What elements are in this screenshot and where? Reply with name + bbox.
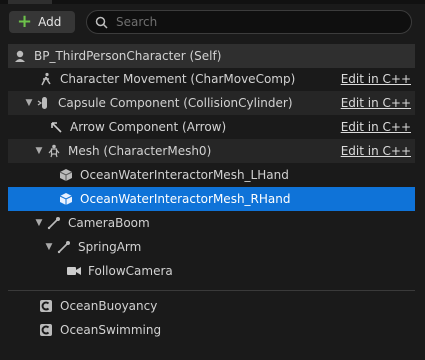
search-icon <box>95 16 108 29</box>
tree-label-spring-arm: SpringArm <box>78 240 142 254</box>
tree-row-spring-arm[interactable]: ▼ SpringArm <box>8 235 415 259</box>
components-toolbar: + Add <box>0 4 425 38</box>
spring-arm-icon <box>56 239 72 255</box>
tree-row-arrow-component[interactable]: Arrow Component (Arrow) Edit in C++ <box>8 115 415 139</box>
plus-icon: + <box>17 11 33 32</box>
search-input[interactable] <box>114 14 388 30</box>
actor-component-icon <box>38 322 54 338</box>
tree-label-root: BP_ThirdPersonCharacter (Self) <box>34 49 222 63</box>
tree-label-rhand: OceanWaterInteractorMesh_RHand <box>80 192 291 206</box>
tree-label-capsule-component: Capsule Component (CollisionCylinder) <box>58 96 293 110</box>
edit-in-cpp-link[interactable]: Edit in C++ <box>341 144 411 158</box>
separator <box>8 290 415 291</box>
tree-label-mesh: Mesh (CharacterMesh0) <box>68 144 212 158</box>
tree-label-camera-boom: CameraBoom <box>68 216 150 230</box>
expand-arrow-icon[interactable]: ▼ <box>34 218 44 228</box>
expand-arrow-icon[interactable]: ▼ <box>24 98 34 108</box>
arrow-component-icon <box>48 119 64 135</box>
capsule-icon <box>36 95 52 111</box>
tree-row-mesh[interactable]: ▼ Mesh (CharacterMesh0) Edit in C++ <box>8 139 415 163</box>
edit-in-cpp-link[interactable]: Edit in C++ <box>341 96 411 110</box>
tree-label-arrow-component: Arrow Component (Arrow) <box>70 120 227 134</box>
character-movement-icon <box>38 71 54 87</box>
edit-in-cpp-link[interactable]: Edit in C++ <box>341 120 411 134</box>
tree-label-follow-camera: FollowCamera <box>88 264 173 278</box>
component-row-ocean-buoyancy[interactable]: OceanBuoyancy <box>8 294 415 318</box>
skeletal-mesh-icon <box>46 143 62 159</box>
edit-in-cpp-link[interactable]: Edit in C++ <box>341 72 411 86</box>
add-component-button[interactable]: + Add <box>9 11 75 33</box>
search-box[interactable] <box>86 10 412 34</box>
spring-arm-icon <box>46 215 62 231</box>
static-mesh-icon <box>58 167 74 183</box>
expand-arrow-icon[interactable]: ▼ <box>34 146 44 156</box>
tree-label-character-movement: Character Movement (CharMoveComp) <box>60 72 296 86</box>
tree-row-character-movement[interactable]: Character Movement (CharMoveComp) Edit i… <box>8 67 415 91</box>
tree-row-root[interactable]: BP_ThirdPersonCharacter (Self) <box>8 44 415 68</box>
tree-row-camera-boom[interactable]: ▼ CameraBoom <box>8 211 415 235</box>
static-mesh-icon <box>58 191 74 207</box>
tree-row-follow-camera[interactable]: FollowCamera <box>8 259 415 283</box>
tree-row-lhand[interactable]: OceanWaterInteractorMesh_LHand <box>8 163 415 187</box>
tree-row-capsule-component[interactable]: ▼ Capsule Component (CollisionCylinder) … <box>8 91 415 115</box>
tree-row-rhand[interactable]: OceanWaterInteractorMesh_RHand <box>8 187 415 211</box>
tree-label-lhand: OceanWaterInteractorMesh_LHand <box>80 168 289 182</box>
actor-component-icon <box>38 298 54 314</box>
component-row-ocean-swimming[interactable]: OceanSwimming <box>8 318 415 342</box>
camera-icon <box>66 263 82 279</box>
add-button-label: Add <box>38 15 62 29</box>
expand-arrow-icon[interactable]: ▼ <box>44 242 54 252</box>
component-label-ocean-buoyancy: OceanBuoyancy <box>60 299 158 313</box>
component-label-ocean-swimming: OceanSwimming <box>60 323 162 337</box>
actor-self-icon <box>12 48 28 64</box>
